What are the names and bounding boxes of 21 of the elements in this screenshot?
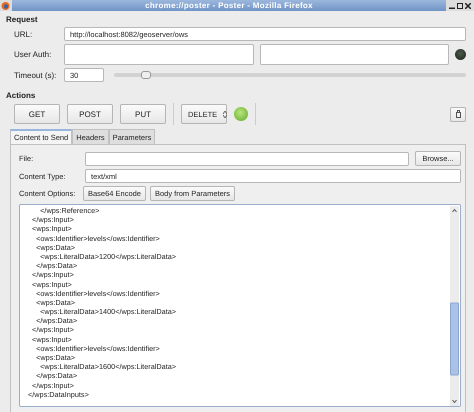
method-button[interactable]: GET (14, 104, 60, 124)
method-button[interactable]: PUT (120, 104, 166, 124)
small-button[interactable] (450, 106, 466, 122)
field-label: Timeout (s): (14, 70, 58, 80)
scrollbar[interactable] (450, 206, 459, 406)
window-title: chrome://poster - Poster - Mozilla Firefox (145, 1, 313, 10)
body-text-area[interactable] (19, 204, 461, 407)
maximize-icon[interactable] (457, 2, 463, 8)
section-heading: Request (6, 15, 39, 24)
slider-thumb[interactable] (140, 71, 151, 79)
section-heading: Actions (6, 91, 36, 100)
close-icon[interactable] (465, 2, 471, 8)
password-field[interactable] (260, 44, 449, 65)
field-label: URL: (14, 30, 34, 38)
file-field[interactable] (85, 152, 409, 166)
status-light-icon (455, 49, 466, 60)
spinner-icon (223, 110, 228, 118)
status-indicator-icon (234, 107, 248, 121)
method-button[interactable]: POST (67, 104, 113, 124)
username-field[interactable] (64, 44, 254, 65)
field-label: User Auth: (14, 50, 52, 59)
